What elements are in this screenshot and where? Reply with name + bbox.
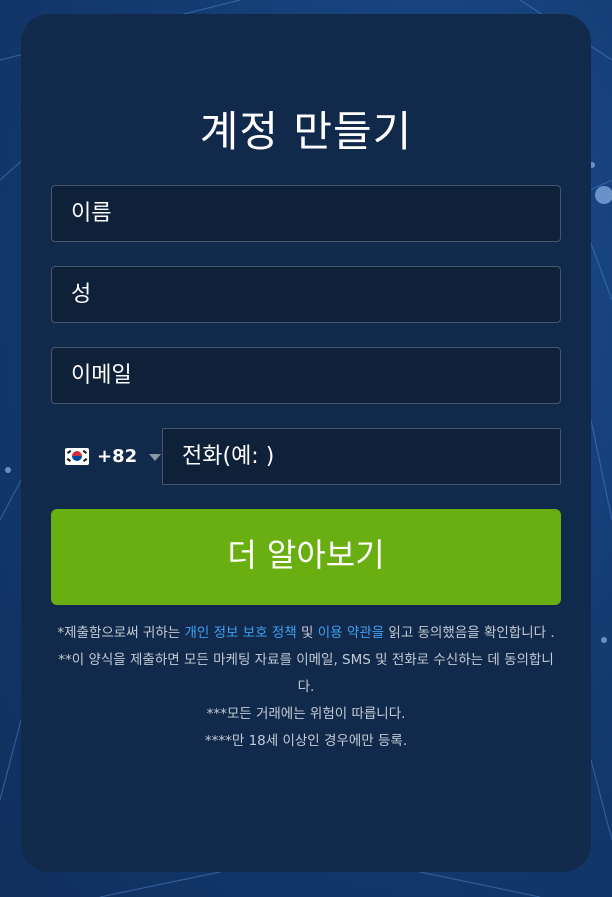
first-name-field[interactable]: 이름	[51, 185, 561, 242]
terms-link[interactable]: 이용 약관을	[318, 625, 384, 641]
country-code-selector[interactable]: +82	[65, 442, 162, 470]
risk-warning-line: ***모든 거래에는 위험이 따릅니다.	[206, 706, 406, 722]
phone-field[interactable]: 전화(예: )	[162, 428, 561, 485]
legal-notice: *제출함으로써 귀하는 개인 정보 보호 정책 및 이용 약관을 읽고 동의했음…	[51, 620, 561, 755]
south-korea-flag-icon	[65, 447, 89, 465]
submit-button[interactable]: 더 알아보기	[51, 509, 561, 605]
signup-card: 계정 만들기 이름 성 이메일 +82 전화(예: ) 더 알아보기 *제출함으…	[21, 14, 591, 872]
consent-line: *제출함으로써 귀하는 개인 정보 보호 정책 및 이용 약관을 읽고 동의했음…	[57, 625, 555, 641]
privacy-policy-link[interactable]: 개인 정보 보호 정책	[184, 625, 296, 641]
last-name-field[interactable]: 성	[51, 266, 561, 323]
marketing-consent-line: **이 양식을 제출하면 모든 마케팅 자료를 이메일, SMS 및 전화로 수…	[58, 652, 554, 695]
email-field[interactable]: 이메일	[51, 347, 561, 404]
country-code-label: +82	[97, 445, 138, 467]
chevron-down-icon[interactable]	[149, 453, 162, 461]
age-requirement-line: ****만 18세 이상인 경우에만 등록.	[204, 733, 408, 749]
page-title: 계정 만들기	[199, 107, 413, 156]
